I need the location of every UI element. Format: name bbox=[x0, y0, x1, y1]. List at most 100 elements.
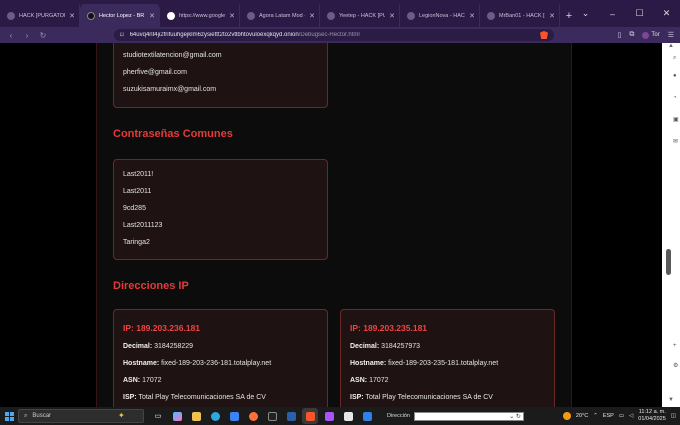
menu-icon[interactable]: ☰ bbox=[668, 31, 674, 39]
close-window-button[interactable]: ✕ bbox=[653, 8, 680, 19]
ip-asn: ASN: 17072 bbox=[350, 377, 389, 384]
value: Total Play Telecomunicaciones SA de CV bbox=[365, 394, 493, 401]
globe-icon bbox=[167, 11, 175, 20]
address-input[interactable]: ⌄ ↻ bbox=[413, 411, 524, 421]
password-item: Taringa2 bbox=[123, 239, 150, 246]
site-icon bbox=[407, 11, 415, 20]
ip-decimal: Decimal: 3184258229 bbox=[123, 343, 193, 350]
scroll-thumb[interactable] bbox=[666, 249, 671, 275]
close-icon[interactable]: ✕ bbox=[389, 12, 395, 20]
ip-asn: ASN: 17072 bbox=[123, 377, 162, 384]
ip-card: IP: 189.203.235.181 Decimal: 3184257973 … bbox=[340, 309, 555, 407]
chevron-down-icon[interactable]: ⌄ bbox=[572, 8, 599, 19]
close-icon[interactable]: ✕ bbox=[229, 12, 235, 20]
address-toolbar: Dirección ⌄ ↻ bbox=[387, 411, 524, 421]
user-icon[interactable]: ● bbox=[673, 73, 679, 79]
window-controls: ⌄ – ☐ ✕ bbox=[572, 0, 680, 27]
back-button[interactable]: ‹ bbox=[6, 31, 16, 40]
tab-agora-latam[interactable]: Agora Latam Mod - R ✕ bbox=[240, 4, 320, 27]
tab-google[interactable]: https://www.google.co ✕ bbox=[160, 4, 240, 27]
tor-icon bbox=[642, 31, 650, 39]
taskbar: ⌕ Buscar ✦ ▭ Dirección ⌄ ↻ 20°C ⌃ ESP ▭ … bbox=[0, 407, 680, 425]
vscode-icon[interactable] bbox=[359, 408, 375, 424]
close-icon[interactable]: ✕ bbox=[549, 12, 555, 20]
tab-strip: HACK [PURGATORY] ✕ Hector Lopez - BR ✕ h… bbox=[0, 0, 680, 27]
ip-title: IP: 189.203.235.181 bbox=[350, 323, 428, 333]
brave-icon[interactable] bbox=[302, 408, 318, 424]
settings-icon[interactable]: ⚙ bbox=[673, 363, 679, 369]
plus-icon[interactable]: + bbox=[673, 343, 679, 349]
windows-logo-icon bbox=[4, 411, 14, 421]
forward-button[interactable]: › bbox=[22, 31, 32, 40]
store-icon[interactable] bbox=[226, 408, 242, 424]
copilot-icon[interactable] bbox=[169, 408, 185, 424]
edge-icon[interactable] bbox=[207, 408, 223, 424]
language-indicator[interactable]: ESP bbox=[603, 413, 614, 419]
weather-icon[interactable] bbox=[562, 412, 571, 420]
label: ASN: bbox=[350, 377, 368, 384]
chevron-up-icon[interactable]: ⌃ bbox=[593, 413, 598, 419]
close-icon[interactable]: ✕ bbox=[149, 12, 155, 20]
ip-hostname: Hostname: fixed-189-203-236-181.totalpla… bbox=[123, 360, 271, 367]
site-icon bbox=[247, 11, 255, 20]
value: Total Play Telecomunicaciones SA de CV bbox=[138, 394, 266, 401]
bell-icon[interactable]: ◔ bbox=[673, 95, 679, 101]
sidebar-icon[interactable]: ▯ bbox=[618, 31, 622, 39]
close-icon[interactable]: ✕ bbox=[469, 12, 475, 20]
tab-yeetep[interactable]: Yeetep - HACK [PURG ✕ bbox=[320, 4, 400, 27]
tab-mrban01[interactable]: MrBan01 - HACK [PUR ✕ bbox=[480, 4, 560, 27]
page-viewport: studiotextilatencion@gmail.com pherfive@… bbox=[0, 43, 662, 407]
tab-legionnova[interactable]: LegionNova - HACK [I ✕ bbox=[400, 4, 480, 27]
search-label: Buscar bbox=[32, 413, 52, 419]
app-icon[interactable] bbox=[283, 408, 299, 424]
system-tray: 20°C ⌃ ESP ▭ ◁ 11:12 a. m. 01/04/2025 ◫ bbox=[562, 409, 680, 423]
file-explorer-icon[interactable] bbox=[188, 408, 204, 424]
label: ISP: bbox=[123, 394, 137, 401]
terminal-icon[interactable] bbox=[264, 408, 280, 424]
temperature[interactable]: 20°C bbox=[576, 413, 588, 419]
tab-title: Agora Latam Mod - R bbox=[259, 12, 305, 19]
clock[interactable]: 11:12 a. m. 01/04/2025 bbox=[638, 409, 666, 423]
tab-title: https://www.google.co bbox=[179, 12, 226, 19]
go-icon[interactable]: ⌄ ↻ bbox=[509, 413, 521, 421]
password-item: 9cd285 bbox=[123, 205, 146, 212]
site-icon bbox=[487, 11, 495, 20]
mail-icon[interactable]: ✉ bbox=[673, 139, 679, 145]
tor-window-badge[interactable]: Tor bbox=[642, 31, 660, 39]
taskbar-search[interactable]: ⌕ Buscar ✦ bbox=[18, 409, 144, 423]
cloud-icon[interactable] bbox=[340, 408, 356, 424]
firefox-icon[interactable] bbox=[245, 408, 261, 424]
close-icon[interactable]: ✕ bbox=[309, 12, 315, 20]
url-text[interactable]: 64uvq4nt4ji2frifuuhgejklm6zysiettt2to2vt… bbox=[130, 32, 534, 38]
search-highlight-icon: ✦ bbox=[118, 411, 125, 420]
tab-hack-purgatory[interactable]: HACK [PURGATORY] ✕ bbox=[0, 4, 80, 27]
address-bar[interactable]: ⌑ 64uvq4nt4ji2frifuuhgejklm6zysiettt2to2… bbox=[114, 29, 554, 41]
scroll-up-icon[interactable]: ▲ bbox=[662, 43, 680, 53]
reload-button[interactable]: ↻ bbox=[38, 31, 48, 40]
app-icon[interactable] bbox=[321, 408, 337, 424]
brave-shield-icon[interactable] bbox=[540, 31, 548, 39]
toolbar-actions: ▯ ⧉ Tor ☰ bbox=[618, 31, 674, 39]
screen: HACK [PURGATORY] ✕ Hector Lopez - BR ✕ h… bbox=[0, 0, 680, 425]
windows-start-button[interactable] bbox=[0, 407, 18, 425]
tab-title: MrBan01 - HACK [PUR bbox=[499, 12, 545, 19]
tab-title: HACK [PURGATORY] bbox=[19, 12, 65, 19]
tab-hector-lopez[interactable]: Hector Lopez - BR ✕ bbox=[80, 4, 160, 27]
volume-icon[interactable]: ◁ bbox=[629, 413, 633, 419]
search-icon: ⌕ bbox=[24, 412, 28, 419]
minimize-button[interactable]: – bbox=[599, 9, 626, 19]
task-view-icon[interactable]: ▭ bbox=[150, 408, 166, 424]
search-icon[interactable]: ⌕ bbox=[673, 55, 679, 61]
notifications-icon[interactable]: ◫ bbox=[671, 413, 676, 419]
bookmark-icon[interactable]: ⌑ bbox=[120, 31, 124, 39]
extensions-icon[interactable]: ⧉ bbox=[629, 31, 634, 39]
scroll-down-icon[interactable]: ▼ bbox=[662, 397, 680, 407]
bag-icon[interactable]: ▣ bbox=[673, 117, 679, 123]
close-icon[interactable]: ✕ bbox=[69, 12, 75, 20]
page-scrollbar[interactable]: ▲ ⌕ ● ◔ ▣ ✉ + ⚙ ▼ bbox=[662, 43, 680, 407]
network-icon[interactable]: ▭ bbox=[619, 413, 624, 419]
maximize-button[interactable]: ☐ bbox=[626, 8, 653, 19]
ip-hostname: Hostname: fixed-189-203-235-181.totalpla… bbox=[350, 360, 498, 367]
email-item: studiotextilatencion@gmail.com bbox=[123, 52, 222, 59]
pinned-apps: ▭ bbox=[150, 408, 375, 424]
